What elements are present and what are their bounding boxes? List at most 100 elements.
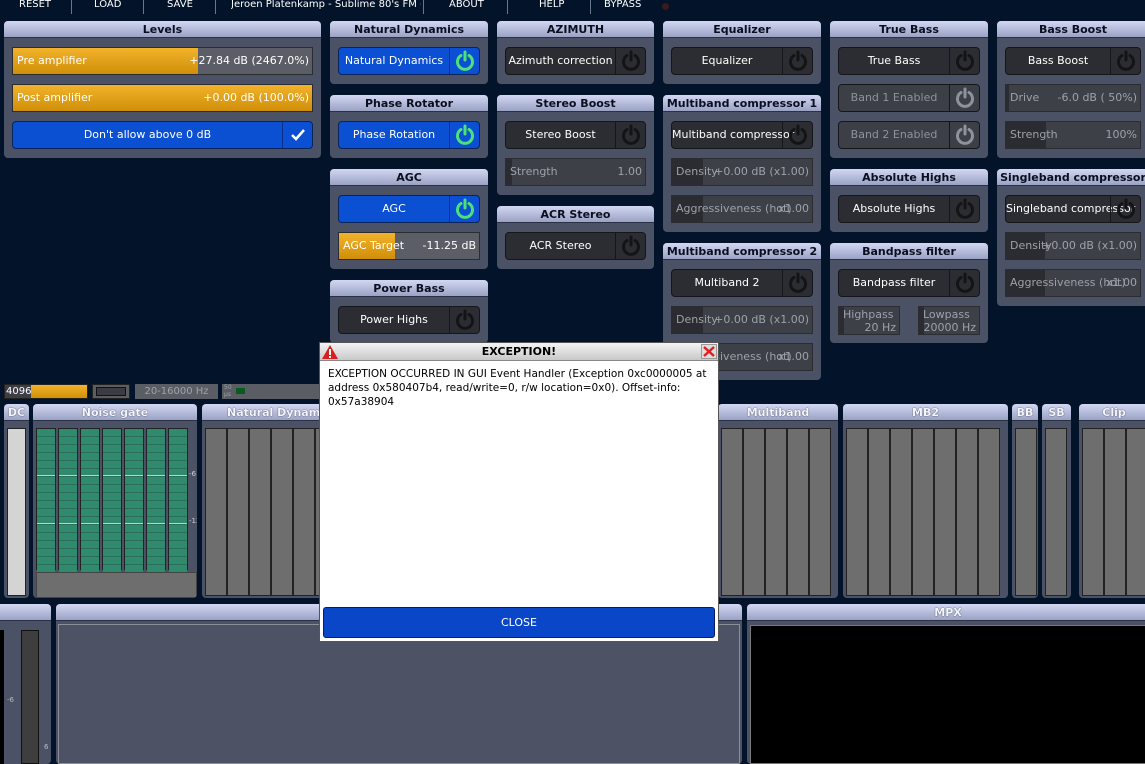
- slider-value: x1.00: [777, 202, 809, 215]
- panel-title: True Bass: [830, 21, 988, 38]
- help-button[interactable]: HELP: [539, 0, 564, 10]
- load-button[interactable]: LOAD: [94, 0, 121, 10]
- levels-panel: Levels Pre amplifier +27.84 dB (2467.0%)…: [4, 21, 321, 158]
- panel-title: DC: [4, 404, 29, 421]
- level-meter: [846, 428, 868, 596]
- toggle-label: Stereo Boost: [525, 128, 596, 141]
- scale-label: -12: [189, 517, 197, 525]
- reset-button[interactable]: RESET: [19, 0, 51, 10]
- true-bass-panel: True Bass True Bass Band 1 Enabled Band 2 E…: [830, 21, 988, 158]
- panel-title: Natural Dynamics: [330, 21, 488, 38]
- toggle-label: AGC: [382, 202, 406, 215]
- natural-dynamics-toggle[interactable]: Natural Dynamics: [338, 47, 480, 75]
- bandpass-panel: Bandpass filter Bandpass filter Highpass 20…: [830, 243, 988, 343]
- sb-meter-panel: SB: [1042, 404, 1071, 598]
- mb2-toggle[interactable]: Multiband 2: [671, 269, 813, 297]
- panel-title: Singleband compressor: [997, 169, 1145, 186]
- level-meter: [168, 428, 188, 572]
- panel-title: MPX: [747, 604, 1145, 621]
- strength-slider[interactable]: Strength 1.00: [505, 158, 646, 186]
- slider-value: 1.00: [617, 165, 643, 178]
- clip-meter-panel: Clip: [1079, 404, 1145, 598]
- power-icon: [949, 48, 979, 74]
- slider-value: +0.00 dB (x1.00): [1042, 239, 1137, 252]
- close-icon[interactable]: [701, 344, 717, 359]
- slider-value: 20 Hz: [864, 321, 896, 334]
- slider-value: -6.0 dB ( 50%): [1057, 91, 1137, 104]
- panel-title: Multiband compressor 2: [663, 243, 821, 260]
- slider-label: Density: [676, 313, 718, 326]
- acr-stereo-toggle[interactable]: ACR Stereo: [505, 232, 646, 260]
- aggr-slider[interactable]: Aggressiveness (hot) x1.00: [671, 195, 813, 223]
- power-bass-toggle[interactable]: Power Highs: [338, 306, 480, 334]
- level-meter: [249, 428, 271, 596]
- power-icon: [782, 48, 812, 74]
- toggle-label: Bass Boost: [1027, 54, 1089, 67]
- density-slider[interactable]: Density +0.00 dB (x1.00): [1005, 232, 1141, 260]
- led-indicator: [236, 388, 245, 394]
- panel-title: BB: [1012, 404, 1038, 421]
- deemphasis-indicator[interactable]: 50 µs: [222, 384, 322, 399]
- singleband-toggle[interactable]: Singleband compressor: [1005, 195, 1141, 223]
- power-icon: [449, 122, 479, 148]
- bandpass-toggle[interactable]: Bandpass filter: [838, 269, 980, 297]
- pre-amplifier-slider[interactable]: Pre amplifier +27.84 dB (2467.0%): [12, 47, 313, 75]
- frequency-range[interactable]: 20-16000 Hz: [135, 384, 218, 399]
- highpass-slider[interactable]: Highpass 20 Hz: [838, 306, 900, 335]
- bass-boost-toggle[interactable]: Bass Boost: [1005, 47, 1141, 75]
- drive-slider[interactable]: Drive -6.0 dB ( 50%): [1005, 84, 1141, 112]
- toggle-label: Singleband compressor: [1006, 202, 1136, 215]
- toggle-label: Don't allow above 0 dB: [83, 128, 212, 141]
- aggr-slider[interactable]: Aggressiveness (hot) x1.00: [1005, 269, 1141, 297]
- level-meter: [205, 428, 227, 596]
- bypass-button[interactable]: BYPASS: [604, 0, 641, 10]
- about-button[interactable]: ABOUT: [449, 0, 484, 10]
- band1-toggle[interactable]: Band 1 Enabled: [838, 84, 980, 112]
- spectrum-display: [58, 624, 740, 764]
- buffer-size-slider[interactable]: 4096: [4, 384, 88, 399]
- target-slider[interactable]: AGC Target -11.25 dB: [338, 232, 480, 260]
- density-slider[interactable]: Density +0.00 dB (x1.00): [671, 306, 813, 334]
- panel-title: SB: [1042, 404, 1071, 421]
- power-icon: [782, 122, 812, 148]
- bypass-led: [662, 3, 669, 10]
- agc-toggle[interactable]: AGC: [338, 195, 480, 223]
- toggle-label: Bandpass filter: [852, 276, 936, 289]
- true-bass-toggle[interactable]: True Bass: [838, 47, 980, 75]
- dialog-title: EXCEPTION!: [481, 345, 557, 358]
- equalizer-toggle[interactable]: Equalizer: [671, 47, 813, 75]
- slider-label: Strength: [1010, 128, 1058, 141]
- divider: [507, 0, 508, 14]
- azimuth-toggle[interactable]: Azimuth correction: [505, 47, 646, 75]
- post-amplifier-slider[interactable]: Post amplifier +0.00 dB (100.0%): [12, 84, 313, 112]
- toggle-label: Band 2 Enabled: [850, 128, 938, 141]
- level-meter: [58, 428, 78, 572]
- slider-value: -11.25 dB: [422, 239, 477, 252]
- slider-label: Aggressiveness (hot): [676, 202, 792, 215]
- dc-meter-panel: DC: [4, 404, 29, 598]
- level-meter: [1045, 428, 1067, 596]
- stereo-boost-toggle[interactable]: Stereo Boost: [505, 121, 646, 149]
- preset-name[interactable]: Jeroen Platenkamp - Sublime 80's FM (5: [231, 0, 421, 10]
- dont-allow-above-0db-toggle[interactable]: Don't allow above 0 dB: [12, 121, 313, 149]
- phase-rotator-panel: Phase Rotator Phase Rotation: [330, 95, 488, 158]
- power-icon: [449, 48, 479, 74]
- status-box[interactable]: [92, 384, 130, 399]
- phase-rotator-toggle[interactable]: Phase Rotation: [338, 121, 480, 149]
- density-slider[interactable]: Density +0.00 dB (x1.00): [671, 158, 813, 186]
- band2-toggle[interactable]: Band 2 Enabled: [838, 121, 980, 149]
- toggle-label: Band 1 Enabled: [850, 91, 938, 104]
- panel-title: Bass Boost: [997, 21, 1145, 38]
- exception-dialog: EXCEPTION! EXCEPTION OCCURRED IN GUI Eve…: [319, 342, 719, 642]
- strength-slider[interactable]: Strength 100%: [1005, 121, 1141, 149]
- level-meter: [978, 428, 1000, 596]
- lowpass-slider[interactable]: Lowpass 20000 Hz: [918, 306, 980, 335]
- toggle-label: Absolute Highs: [852, 202, 936, 215]
- absolute-highs-toggle[interactable]: Absolute Highs: [838, 195, 980, 223]
- slider-label: AGC Target: [343, 239, 405, 252]
- power-icon: [949, 85, 979, 111]
- level-meter: [809, 428, 831, 596]
- close-button[interactable]: CLOSE: [323, 607, 715, 638]
- mb1-toggle[interactable]: Multiband compressor: [671, 121, 813, 149]
- save-button[interactable]: SAVE: [167, 0, 193, 10]
